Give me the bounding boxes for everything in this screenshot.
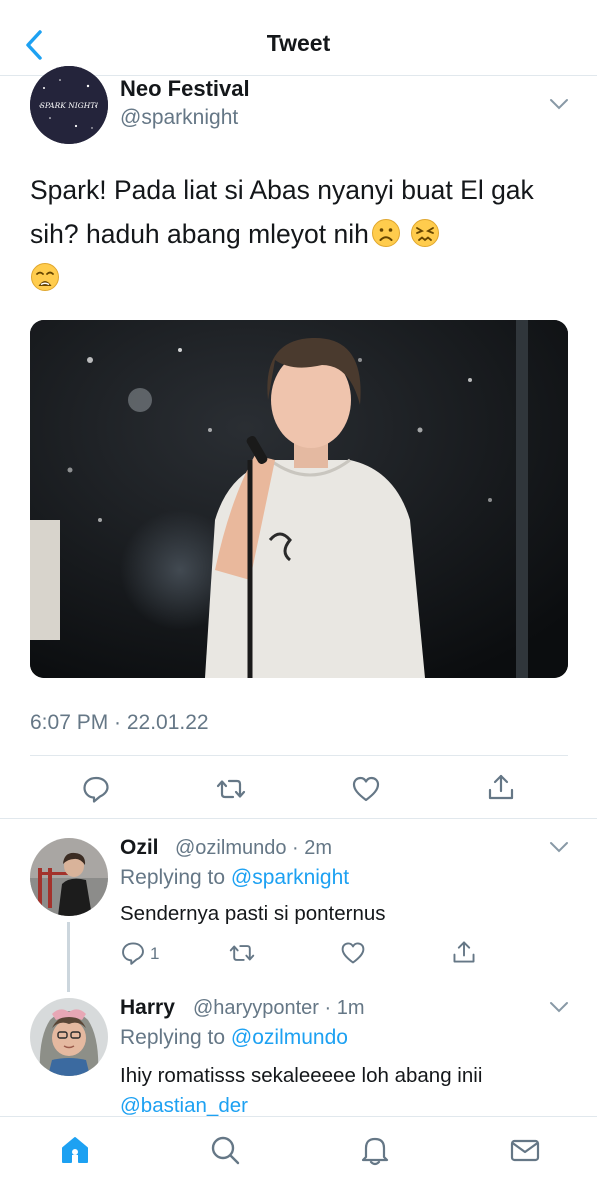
tweet-timestamp[interactable]: 6:07 PM · 22.01.22 — [30, 711, 209, 735]
persevering-face-emoji-icon — [410, 217, 440, 247]
comment-icon[interactable] — [81, 774, 111, 804]
reply-handle-text: @ozilmundo — [175, 837, 287, 859]
reply-time: · 2m — [292, 837, 333, 859]
tweet-body: Spark! Pada liat si Abas nyanyi buat El … — [30, 175, 534, 249]
comment-icon[interactable] — [120, 940, 146, 966]
reply-handle-text: @haryyponter — [193, 997, 319, 1019]
reply-author-handle[interactable]: @haryyponter · 1m — [193, 997, 364, 1020]
reply-author-name[interactable]: Harry — [120, 996, 175, 1020]
chevron-down-icon[interactable] — [548, 1000, 570, 1014]
weary-face-emoji-icon — [30, 261, 60, 291]
tweet-photo[interactable] — [30, 320, 568, 678]
bottom-tab-bar — [0, 1116, 597, 1200]
divider — [0, 818, 597, 819]
mail-icon[interactable] — [508, 1133, 542, 1167]
replying-to-label: Replying to — [120, 1026, 226, 1049]
share-icon[interactable] — [486, 772, 516, 802]
replying-to-line: Replying to @ozilmundo — [120, 1026, 348, 1050]
avatar-logo-text: SPARK NIGHT! — [40, 101, 99, 110]
replying-to-link[interactable]: @ozilmundo — [231, 1026, 348, 1049]
author-handle[interactable]: @sparknight — [120, 106, 238, 130]
reply-author-handle[interactable]: @ozilmundo · 2m — [175, 837, 332, 860]
chevron-down-icon[interactable] — [548, 97, 570, 111]
reply-text: Ihiy romatisss sekaleeeee loh abang inii — [120, 1064, 483, 1087]
frowning-face-emoji-icon — [371, 217, 401, 247]
chevron-down-icon[interactable] — [548, 840, 570, 854]
reply-time: · 1m — [324, 997, 365, 1019]
tweet-text: Spark! Pada liat si Abas nyanyi buat El … — [30, 168, 575, 300]
share-icon[interactable] — [451, 939, 477, 965]
author-name[interactable]: Neo Festival — [120, 76, 250, 102]
top-navigation-bar: Tweet — [0, 0, 597, 76]
bell-icon[interactable] — [358, 1133, 392, 1167]
retweet-icon[interactable] — [229, 940, 255, 966]
reply-text: Sendernya pasti si ponternus — [120, 902, 386, 925]
replying-to-line: Replying to @sparknight — [120, 866, 349, 890]
retweet-icon[interactable] — [216, 774, 246, 804]
reply-author-name[interactable]: Ozil — [120, 836, 159, 860]
divider — [30, 755, 568, 756]
avatar[interactable] — [30, 838, 108, 916]
search-icon[interactable] — [208, 1133, 242, 1167]
replying-to-link[interactable]: @sparknight — [231, 866, 349, 889]
avatar[interactable]: SPARK NIGHT! — [30, 66, 108, 144]
reply-count: 1 — [150, 944, 160, 963]
home-icon[interactable] — [58, 1133, 92, 1167]
heart-icon[interactable] — [340, 940, 366, 966]
thread-connector-line — [67, 922, 70, 992]
mention-link[interactable]: @bastian_der — [120, 1094, 248, 1118]
replying-to-label: Replying to — [120, 866, 226, 889]
page-title: Tweet — [266, 30, 331, 56]
avatar[interactable] — [30, 998, 108, 1076]
heart-icon[interactable] — [351, 774, 381, 804]
